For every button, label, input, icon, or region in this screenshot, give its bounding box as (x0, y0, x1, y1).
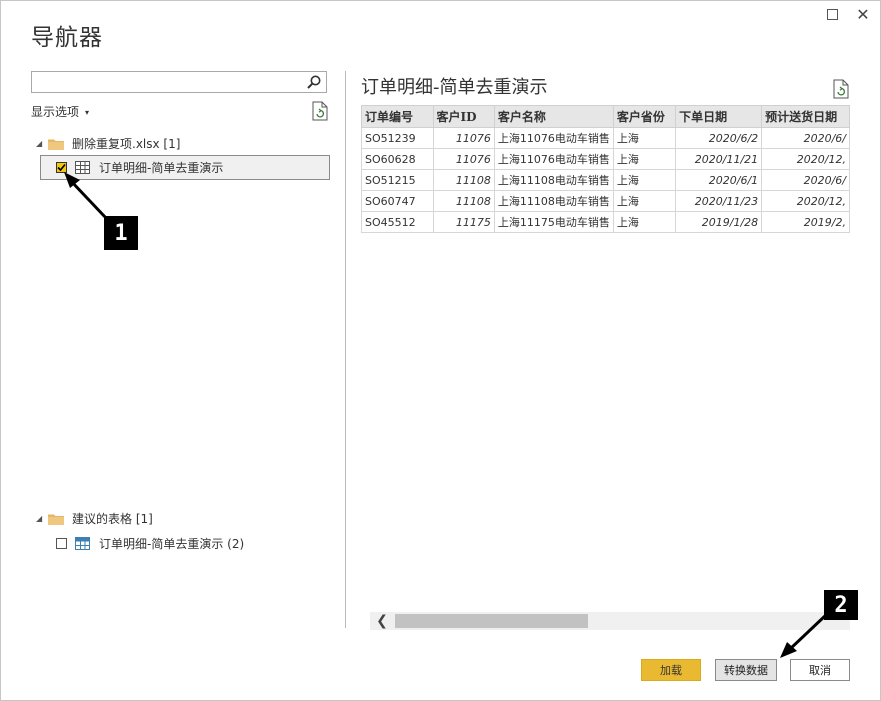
table-row: SO51215 11108 上海11108电动车销售 上海 2020/6/1 2… (361, 169, 850, 191)
preview-grid[interactable]: 订单编号 客户ID 客户名称 客户省份 下单日期 预计送货日期 SO51239 … (361, 105, 850, 233)
checkbox-order-detail-2[interactable] (56, 537, 67, 549)
table-header-row: 订单编号 客户ID 客户名称 客户省份 下单日期 预计送货日期 (361, 105, 850, 128)
table-cell: 11108 (432, 190, 495, 212)
display-options-label: 显示选项 (31, 105, 80, 119)
table-cell: 11108 (432, 169, 495, 191)
table-cell: 11076 (432, 127, 495, 149)
table-icon (75, 536, 90, 550)
tree-folder-workbook[interactable]: ◢ 删除重复项.xlsx [1] (36, 135, 180, 152)
table-cell: 2020/11/23 (675, 190, 763, 212)
column-header[interactable]: 客户ID (432, 105, 495, 128)
table-row: SO45512 11175 上海11175电动车销售 上海 2019/1/28 … (361, 211, 850, 233)
table-cell: 11175 (432, 211, 495, 233)
checkmark-icon (57, 163, 66, 172)
table-cell: 2020/6/ (761, 127, 850, 149)
table-cell: 2020/6/1 (675, 169, 763, 191)
expand-triangle-icon[interactable]: ◢ (36, 514, 48, 523)
folder-icon (48, 514, 64, 525)
horizontal-scrollbar[interactable]: ❮ (370, 612, 850, 630)
checkbox-order-detail[interactable] (56, 162, 67, 173)
search-input[interactable] (35, 74, 305, 92)
table-cell: 上海11076电动车销售 (493, 148, 614, 170)
preview-title: 订单明细-简单去重演示 (361, 77, 548, 98)
refresh-icon[interactable] (311, 101, 329, 121)
table-cell: SO60628 (361, 148, 434, 170)
column-header[interactable]: 订单编号 (361, 105, 434, 128)
table-row: SO51239 11076 上海11076电动车销售 上海 2020/6/2 2… (361, 127, 850, 149)
tree-folder-suggested-tables[interactable]: ◢ 建议的表格 [1] (36, 510, 153, 527)
cancel-button[interactable]: 取消 (790, 659, 850, 681)
table-row: SO60628 11076 上海11076电动车销售 上海 2020/11/21… (361, 148, 850, 170)
display-options-dropdown[interactable]: 显示选项 ▾ (31, 103, 89, 120)
table-cell: 上海11175电动车销售 (493, 211, 614, 233)
table-cell: 上海 (612, 169, 677, 191)
maximize-icon (826, 8, 838, 20)
table-cell: 2020/6/ (761, 169, 850, 191)
column-header[interactable]: 客户名称 (493, 105, 614, 128)
table-cell: SO51239 (361, 127, 434, 149)
table-cell: 2020/6/2 (675, 127, 763, 149)
tree-item-label: 订单明细-简单去重演示 (2) (99, 536, 245, 551)
table-cell: 2019/2, (761, 211, 850, 233)
table-cell: 2020/12, (761, 148, 850, 170)
table-cell: 2020/12, (761, 190, 850, 212)
search-icon[interactable] (306, 74, 322, 90)
annotation-marker-1: 1 (104, 216, 138, 250)
table-cell: 上海 (612, 148, 677, 170)
close-button[interactable]: ✕ (855, 4, 871, 24)
tree-folder-label: 建议的表格 [1] (72, 512, 153, 526)
table-cell: 上海 (612, 211, 677, 233)
table-cell: 上海11076电动车销售 (493, 127, 614, 149)
table-cell: 2020/11/21 (675, 148, 763, 170)
table-cell: 11076 (432, 148, 495, 170)
tree-folder-label: 删除重复项.xlsx [1] (72, 137, 181, 151)
panel-divider[interactable] (345, 71, 346, 628)
column-header[interactable]: 客户省份 (612, 105, 677, 128)
table-cell: SO45512 (361, 211, 434, 233)
close-icon: ✕ (856, 4, 870, 24)
expand-triangle-icon[interactable]: ◢ (36, 139, 48, 148)
annotation-marker-2: 2 (824, 590, 858, 620)
column-header[interactable]: 下单日期 (675, 105, 763, 128)
maximize-button[interactable] (824, 6, 840, 22)
preview-table: 订单编号 客户ID 客户名称 客户省份 下单日期 预计送货日期 SO51239 … (361, 105, 850, 233)
tree-item-label: 订单明细-简单去重演示 (99, 161, 224, 175)
folder-icon (48, 139, 64, 150)
dialog-title: 导航器 (31, 25, 103, 51)
chevron-down-icon: ▾ (85, 108, 90, 117)
table-cell: 上海11108电动车销售 (493, 169, 614, 191)
table-row: SO60747 11108 上海11108电动车销售 上海 2020/11/23… (361, 190, 850, 212)
table-cell: 上海 (612, 190, 677, 212)
scrollbar-thumb[interactable] (395, 614, 588, 628)
table-cell: SO60747 (361, 190, 434, 212)
table-cell: 2019/1/28 (675, 211, 763, 233)
transform-data-button[interactable]: 转换数据 (715, 659, 777, 681)
table-cell: SO51215 (361, 169, 434, 191)
column-header[interactable]: 预计送货日期 (761, 105, 850, 128)
table-icon (75, 161, 90, 174)
table-cell: 上海 (612, 127, 677, 149)
load-button[interactable]: 加载 (641, 659, 701, 681)
table-cell: 上海11108电动车销售 (493, 190, 614, 212)
tree-item-order-detail[interactable]: 订单明细-简单去重演示 (40, 155, 330, 180)
scroll-left-icon[interactable]: ❮ (374, 612, 390, 630)
search-box[interactable] (31, 71, 327, 93)
tree-item-order-detail-2[interactable]: 订单明细-简单去重演示 (2) (56, 535, 244, 551)
refresh-icon[interactable] (832, 79, 850, 99)
